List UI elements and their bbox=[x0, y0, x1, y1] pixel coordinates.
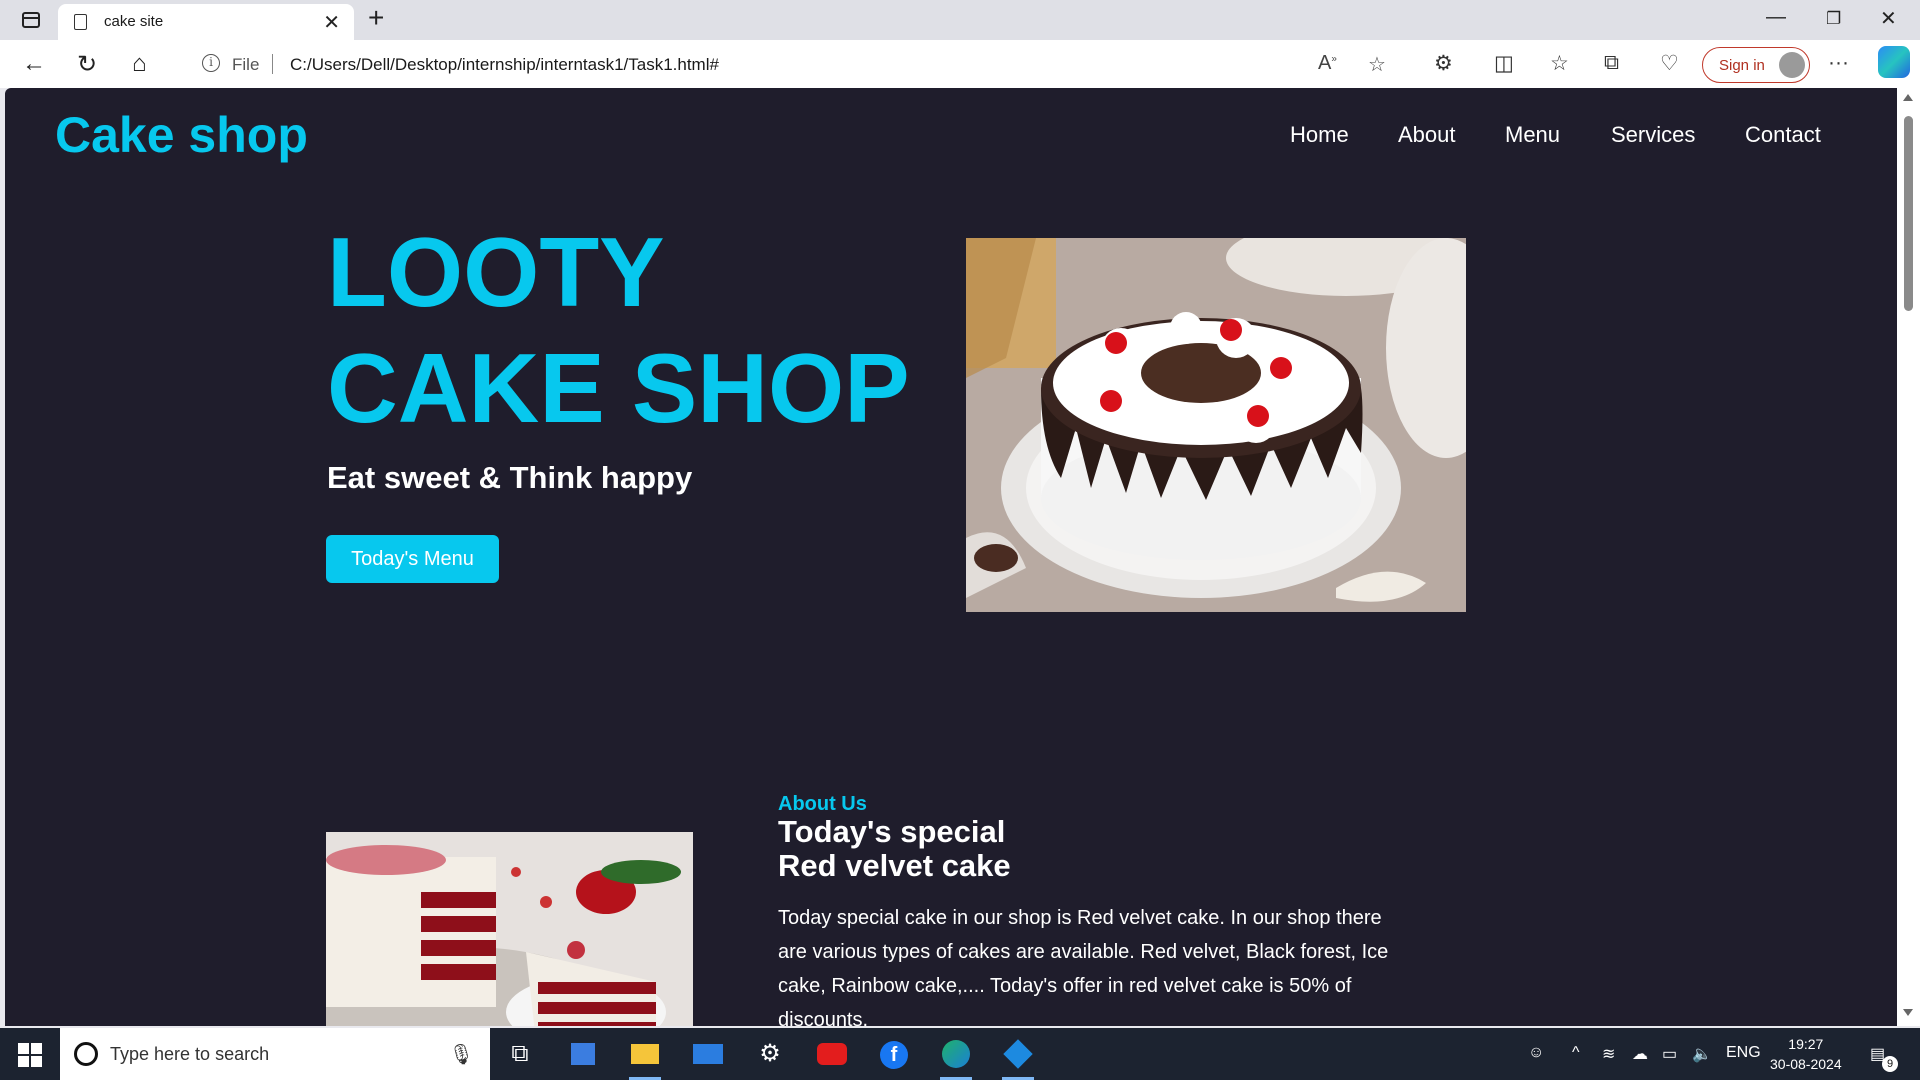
avatar bbox=[1779, 52, 1805, 78]
store-icon[interactable] bbox=[563, 1036, 603, 1072]
taskbar-search-placeholder: Type here to search bbox=[110, 1044, 270, 1064]
clock-time: 19:27 bbox=[1788, 1036, 1824, 1052]
tab-actions-icon[interactable] bbox=[16, 8, 44, 32]
about-text: Today special cake in our shop is Red ve… bbox=[778, 907, 1389, 1026]
chevron-up-icon[interactable]: ^ bbox=[1572, 1044, 1580, 1062]
nav-contact[interactable]: Contact bbox=[1745, 122, 1821, 148]
facebook-icon[interactable]: f bbox=[874, 1036, 914, 1072]
browser-tab[interactable]: cake site ✕ bbox=[58, 4, 354, 40]
about-heading: Today's special Red velvet cake bbox=[778, 815, 1011, 883]
nav-services[interactable]: Services bbox=[1611, 122, 1695, 148]
notification-badge: 9 bbox=[1882, 1056, 1898, 1072]
address-url[interactable]: C:/Users/Dell/Desktop/internship/internt… bbox=[290, 55, 719, 75]
black-forest-cake-image bbox=[966, 238, 1466, 612]
scroll-thumb[interactable] bbox=[1904, 116, 1913, 311]
tab-title: cake site bbox=[104, 13, 164, 30]
about-heading-line1: Today's special bbox=[778, 814, 1006, 849]
edge-icon[interactable] bbox=[936, 1036, 976, 1080]
battery-icon[interactable]: ▭ bbox=[1662, 1044, 1677, 1064]
file-explorer-icon[interactable] bbox=[625, 1036, 665, 1080]
hero-subtitle: Eat sweet & Think happy bbox=[327, 460, 693, 495]
window-close-icon[interactable]: ✕ bbox=[1880, 6, 1897, 31]
back-icon[interactable]: ← bbox=[22, 50, 46, 78]
nav-home[interactable]: Home bbox=[1290, 122, 1349, 148]
vscode-icon[interactable] bbox=[998, 1036, 1038, 1080]
browser-tab-bar: cake site ✕ + — ❐ ✕ bbox=[0, 0, 1920, 40]
address-bar[interactable]: i File C:/Users/Dell/Desktop/internship/… bbox=[178, 45, 1412, 83]
split-screen-icon[interactable]: ◫ bbox=[1494, 51, 1514, 76]
about-heading-line2: Red velvet cake bbox=[778, 848, 1011, 883]
windows-icon[interactable] bbox=[18, 1043, 42, 1067]
site-brand[interactable]: Cake shop bbox=[55, 106, 308, 164]
plus-icon[interactable]: + bbox=[368, 2, 384, 34]
minimize-icon[interactable]: — bbox=[1766, 6, 1786, 29]
hero-title: LOOTY CAKE SHOP bbox=[327, 214, 910, 446]
close-icon[interactable]: ✕ bbox=[323, 10, 340, 35]
sign-in-label: Sign in bbox=[1719, 57, 1765, 74]
mic-icon[interactable]: 🎙 bbox=[449, 1042, 474, 1067]
extensions-icon[interactable]: ⚙ bbox=[1434, 51, 1453, 76]
web-page: Cake shop Home About Menu Services Conta… bbox=[5, 88, 1897, 1026]
scroll-down-icon[interactable] bbox=[1903, 1009, 1913, 1016]
copilot-icon[interactable] bbox=[1878, 46, 1910, 78]
browser-toolbar: ← ↻ ⌂ i File C:/Users/Dell/Desktop/inter… bbox=[0, 40, 1920, 88]
hero-title-line1: LOOTY bbox=[327, 217, 665, 327]
todays-menu-button[interactable]: Today's Menu bbox=[326, 535, 499, 583]
search-icon bbox=[74, 1042, 98, 1066]
restore-icon[interactable]: ❐ bbox=[1826, 9, 1841, 29]
more-icon[interactable]: ··· bbox=[1828, 51, 1849, 75]
info-icon[interactable]: i bbox=[202, 54, 220, 72]
refresh-icon[interactable]: ↻ bbox=[77, 50, 97, 79]
scroll-up-icon[interactable] bbox=[1903, 94, 1913, 101]
address-separator bbox=[272, 54, 273, 74]
performance-icon[interactable]: ♡ bbox=[1660, 51, 1679, 76]
nav-about[interactable]: About bbox=[1398, 122, 1456, 148]
wifi-icon[interactable]: ≋ bbox=[1602, 1044, 1615, 1064]
language-indicator[interactable]: ENG bbox=[1726, 1044, 1761, 1062]
page-icon bbox=[74, 14, 87, 30]
people-icon[interactable]: ☺ bbox=[1528, 1044, 1544, 1062]
page-scrollbar[interactable] bbox=[1897, 88, 1920, 1026]
task-view-icon[interactable]: ⧉ bbox=[500, 1036, 540, 1072]
taskbar: Type here to search 🎙 ⧉ ⚙ f ☺ ^ ≋ ☁ ▭ 🔈 … bbox=[0, 1028, 1920, 1080]
red-velvet-cake-image bbox=[326, 832, 693, 1026]
nav-menu[interactable]: Menu bbox=[1505, 122, 1560, 148]
star-icon[interactable]: ☆ bbox=[1368, 52, 1386, 77]
onedrive-icon[interactable]: ☁ bbox=[1632, 1044, 1648, 1064]
hero-title-line2: CAKE SHOP bbox=[327, 333, 910, 443]
collections-icon[interactable]: ⧉ bbox=[1604, 51, 1619, 75]
clock[interactable]: 19:27 30-08-2024 bbox=[1770, 1034, 1842, 1074]
taskbar-search[interactable]: Type here to search 🎙 bbox=[60, 1028, 490, 1080]
home-icon[interactable]: ⌂ bbox=[132, 50, 147, 78]
settings-icon[interactable]: ⚙ bbox=[750, 1036, 790, 1072]
mail-icon[interactable] bbox=[688, 1036, 728, 1072]
sign-in-button[interactable]: Sign in bbox=[1702, 47, 1810, 83]
youtube-icon[interactable] bbox=[812, 1036, 852, 1072]
read-aloud-icon[interactable]: A» bbox=[1318, 52, 1337, 75]
about-label: About Us bbox=[778, 793, 867, 815]
address-scheme: File bbox=[232, 55, 260, 74]
clock-date: 30-08-2024 bbox=[1770, 1056, 1842, 1072]
volume-icon[interactable]: 🔈 bbox=[1692, 1044, 1712, 1064]
favorites-icon[interactable]: ☆ bbox=[1550, 51, 1569, 76]
